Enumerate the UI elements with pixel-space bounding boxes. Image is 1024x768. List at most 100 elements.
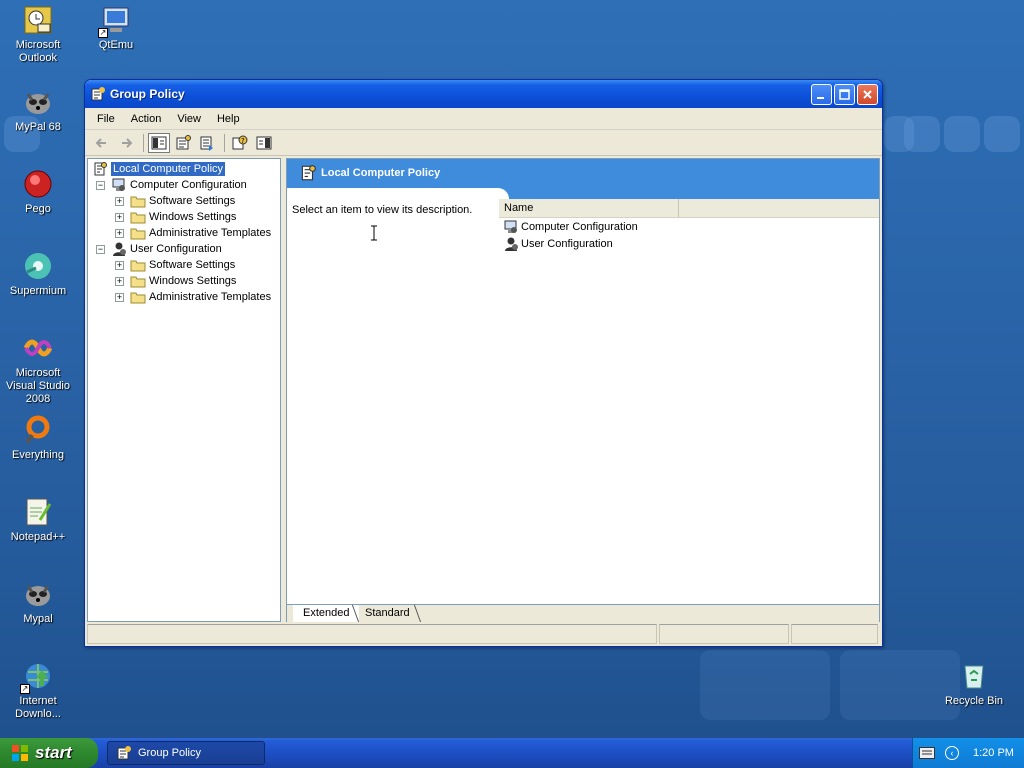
menu-file[interactable]: File [89,113,123,125]
close-button[interactable] [857,83,878,105]
console-tree[interactable]: Local Computer Policy − Computer Configu… [87,158,281,622]
collapse-toggle[interactable]: − [96,244,105,254]
system-tray: ‹ 1:20 PM [912,738,1024,768]
tree-item-user-configuration[interactable]: − User Configuration [96,241,222,257]
details-header-title: Local Computer Policy [321,167,441,179]
desktop-icon-mypal-68[interactable]: MyPal 68 [0,86,76,134]
tab-extended[interactable]: Extended [293,605,360,622]
forward-arrow-icon [122,137,133,148]
expand-toggle[interactable]: + [115,260,124,270]
list-item[interactable]: User Configuration [499,235,879,252]
taskbar-button-label: Group Policy [138,747,201,759]
back-button[interactable] [91,133,113,153]
expand-toggle[interactable]: + [115,228,124,238]
start-button[interactable]: start [0,738,98,768]
tree-label: Windows Settings [149,275,237,287]
desktop-icon-pego[interactable]: Pego [0,168,76,216]
menu-bar: File Action View Help [85,108,882,130]
policy-scroll-icon [301,165,316,181]
forward-button[interactable] [115,133,137,153]
list-item-label: User Configuration [521,237,613,250]
maximize-button[interactable] [834,83,855,105]
desktop-icon-label: Pego [25,203,51,215]
tree-item-software-settings[interactable]: + Software Settings [115,193,235,209]
expand-toggle[interactable]: + [115,276,124,286]
desktop-icon-outlook[interactable]: Microsoft Outlook [0,4,76,65]
folder-icon [130,193,146,209]
show-hide-action-pane-button[interactable] [253,133,275,153]
svg-text:?: ? [241,137,245,145]
tree-item-local-computer-policy[interactable]: Local Computer Policy [92,161,226,177]
notepad-plus-plus-icon [26,498,52,526]
clock[interactable]: 1:20 PM [973,747,1014,759]
tree-label: Software Settings [149,259,236,271]
tree-label: Administrative Templates [149,227,272,239]
show-hide-tree-button[interactable] [148,132,170,153]
taskbar-button-group-policy[interactable]: Group Policy [107,741,265,765]
show-hidden-icons-button[interactable]: ‹ [945,746,959,760]
group-policy-icon [117,746,131,760]
back-arrow-icon [95,137,106,148]
window-title: Group Policy [110,87,185,101]
tree-item-computer-configuration[interactable]: − Computer Configuration [96,177,247,193]
mypal-icon [26,585,50,606]
desktop-icon-label: QtEmu [98,39,134,51]
desktop-icon-label: MyPal 68 [15,121,61,133]
tab-standard[interactable]: Standard [355,605,420,622]
help-icon: ? [232,135,248,149]
console-tree-icon [151,136,167,149]
minimize-button[interactable] [811,83,832,105]
expand-toggle[interactable]: + [115,292,124,302]
folder-icon [130,257,146,273]
desktop-icon-mypal[interactable]: Mypal [0,578,76,626]
tree-label: Windows Settings [149,211,237,223]
content-panes: Local Computer Policy − Computer Configu… [87,158,880,622]
taskbar: start Group Policy ‹ 1:20 PM [0,738,1024,768]
tree-item-software-settings[interactable]: + Software Settings [115,257,235,273]
desktop-glow [984,116,1020,152]
column-header-empty [679,199,879,217]
toolbar-separator [143,133,144,152]
desktop-icon-supermium[interactable]: Supermium [0,250,76,298]
properties-icon [176,134,191,149]
desktop-glow [944,116,980,152]
outlook-icon [24,6,52,34]
desktop-icon-recycle-bin[interactable]: Recycle Bin [936,660,1012,708]
tree-item-administrative-templates[interactable]: + Administrative Templates [115,289,271,305]
desktop-icon-qtemu[interactable]: ↗ QtEmu [78,4,154,52]
list-item-label: Computer Configuration [521,220,638,233]
toolbar: ? [85,130,882,156]
expand-toggle[interactable]: + [115,212,124,222]
expand-toggle[interactable]: + [115,196,124,206]
menu-help[interactable]: Help [209,113,248,125]
desktop-icon-label: Internet Downlo... [15,695,61,720]
group-policy-icon [91,87,105,101]
tree-item-administrative-templates[interactable]: + Administrative Templates [115,225,271,241]
title-bar[interactable]: Group Policy [85,80,882,108]
export-list-button[interactable] [196,133,218,153]
group-policy-window[interactable]: Group Policy File Action View Help ? Loc… [84,79,883,647]
help-button[interactable]: ? [229,133,251,153]
keyboard-icon[interactable] [919,747,935,759]
details-pane[interactable]: Local Computer Policy Select an item to … [286,158,880,622]
properties-button[interactable] [172,133,194,153]
menu-action[interactable]: Action [123,113,170,125]
desktop-icon-label: Recycle Bin [944,695,1004,707]
tree-item-windows-settings[interactable]: + Windows Settings [115,273,236,289]
pego-icon [24,170,52,198]
items-list[interactable]: Name Computer Configuration User Configu… [499,199,879,252]
export-list-icon [200,136,213,151]
desktop-icon-label: Mypal [23,613,53,625]
tree-item-windows-settings[interactable]: + Windows Settings [115,209,236,225]
desktop-icon-visual-studio[interactable]: Microsoft Visual Studio 2008 [0,332,76,406]
desktop-icon-internet-download[interactable]: ↗ Internet Downlo... [0,660,76,721]
list-item[interactable]: Computer Configuration [499,218,879,235]
everything-icon [25,415,50,445]
column-header-name[interactable]: Name [499,199,679,217]
folder-icon [130,209,146,225]
collapse-toggle[interactable]: − [96,180,105,190]
desktop-icon-notepad-plus-plus[interactable]: Notepad++ [0,496,76,544]
close-icon [863,89,872,99]
desktop-icon-everything[interactable]: Everything [0,414,76,462]
menu-view[interactable]: View [169,113,209,125]
